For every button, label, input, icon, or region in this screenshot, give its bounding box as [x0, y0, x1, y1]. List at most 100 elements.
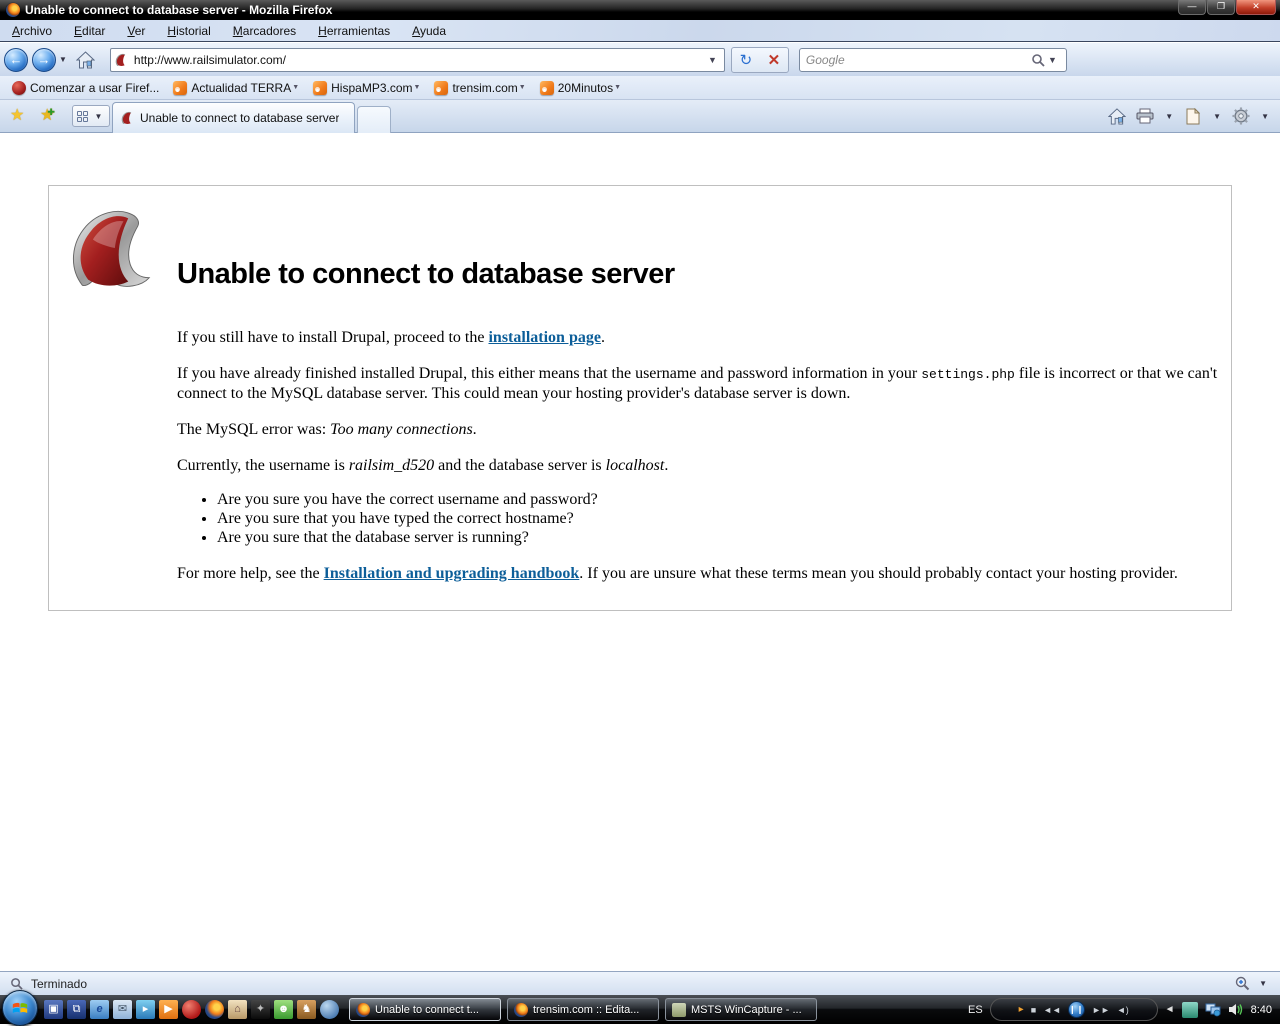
- status-text: Terminado: [31, 977, 87, 991]
- checklist-item: Are you sure you have the correct userna…: [217, 490, 1225, 509]
- bookmark-comenzar[interactable]: Comenzar a usar Firef...: [6, 79, 167, 97]
- taskbar-button-wincapture[interactable]: MSTS WinCapture - ...: [665, 998, 817, 1021]
- bookmark-star-icon[interactable]: ★: [10, 105, 24, 125]
- printer-icon: [1136, 108, 1154, 124]
- zoom-in-icon[interactable]: [1235, 976, 1250, 991]
- page-info-button[interactable]: [1182, 105, 1204, 127]
- internet-explorer-icon[interactable]: e: [90, 1000, 109, 1019]
- settings-php-code: settings.php: [921, 367, 1015, 382]
- tray-collapse-icon[interactable]: ◄: [1165, 1004, 1175, 1015]
- home-icon: [1108, 108, 1126, 125]
- show-desktop-icon[interactable]: ▣: [44, 1000, 63, 1019]
- menu-herramientas[interactable]: Herramientas: [308, 21, 400, 41]
- reload-button[interactable]: ↻: [732, 51, 760, 69]
- volume-icon[interactable]: [1228, 1002, 1244, 1018]
- minimize-button[interactable]: —: [1178, 0, 1206, 15]
- restore-button[interactable]: ❐: [1207, 0, 1235, 15]
- firefox-app-icon: [6, 3, 20, 17]
- firefox-icon[interactable]: [205, 1000, 224, 1019]
- taskbar-button-trensim[interactable]: trensim.com :: Edita...: [507, 998, 659, 1021]
- taskbar-clock[interactable]: 8:40: [1251, 1004, 1272, 1016]
- media-orange-icon[interactable]: ▶: [159, 1000, 178, 1019]
- wmp-icon: ▸: [1019, 1004, 1024, 1015]
- menu-marcadores[interactable]: Marcadores: [223, 21, 306, 41]
- switch-windows-icon[interactable]: ⧉: [67, 1000, 86, 1019]
- zoom-dropdown-icon[interactable]: ▼: [1259, 979, 1267, 988]
- home-app-icon[interactable]: ⌂: [228, 1000, 247, 1019]
- page-dropdown-icon[interactable]: ▼: [1213, 112, 1221, 121]
- task-buttons: Unable to connect t... trensim.com :: Ed…: [349, 998, 817, 1021]
- back-button[interactable]: ←: [4, 48, 28, 72]
- system-tray: ES ▸ ■ ◄◄ ❙❙ ►► ◄) ◄ 8:40: [968, 995, 1276, 1024]
- status-search-icon: [10, 977, 23, 990]
- tab-stub[interactable]: [357, 106, 391, 133]
- installation-page-link[interactable]: installation page: [488, 329, 600, 346]
- bookmark-hispamp3[interactable]: HispaMP3.com▼: [307, 79, 428, 97]
- page-title: Unable to connect to database server: [177, 258, 1225, 291]
- paragraph-credentials: Currently, the username is railsim_d520 …: [177, 456, 1225, 475]
- home-icon: [76, 51, 95, 69]
- tab-active[interactable]: Unable to connect to database server: [112, 102, 355, 133]
- print-dropdown-icon[interactable]: ▼: [1165, 112, 1173, 121]
- brown-app-icon[interactable]: ♞: [297, 1000, 316, 1019]
- checklist: Are you sure you have the correct userna…: [217, 490, 1225, 547]
- search-engine-dropdown-icon[interactable]: ▼: [1045, 55, 1060, 65]
- add-bookmark-icon[interactable]: ★✚: [40, 105, 62, 125]
- paragraph-settings: If you have already finished installed D…: [177, 364, 1225, 403]
- home-button[interactable]: [74, 48, 98, 72]
- railsimulator-favicon: [115, 53, 129, 67]
- network-icon[interactable]: [1205, 1002, 1221, 1018]
- menu-editar[interactable]: Editar: [64, 21, 115, 41]
- bookmark-20minutos[interactable]: 20Minutos▼: [534, 79, 629, 97]
- start-button[interactable]: [2, 990, 38, 1026]
- home-toolbar-button[interactable]: [1106, 105, 1128, 127]
- grid-icon: [77, 111, 88, 122]
- tab-title: Unable to connect to database server: [140, 111, 339, 125]
- language-indicator[interactable]: ES: [968, 1004, 983, 1016]
- checklist-item: Are you sure that the database server is…: [217, 528, 1225, 547]
- wmp-next-button[interactable]: ►►: [1092, 1005, 1110, 1015]
- mail-icon[interactable]: ✉: [113, 1000, 132, 1019]
- taskbar-button-firefox-error[interactable]: Unable to connect t...: [349, 998, 501, 1021]
- checklist-item: Are you sure that you have typed the cor…: [217, 509, 1225, 528]
- bookmark-actualidad-terra[interactable]: Actualidad TERRA▼: [167, 79, 307, 97]
- handbook-link[interactable]: Installation and upgrading handbook: [324, 565, 580, 582]
- wmp-stop-button[interactable]: ■: [1031, 1005, 1036, 1015]
- wmp-pause-button[interactable]: ❙❙: [1068, 1001, 1085, 1018]
- wmp-prev-button[interactable]: ◄◄: [1043, 1005, 1061, 1015]
- search-bar[interactable]: ▼: [799, 48, 1067, 72]
- realplayer-icon[interactable]: [182, 1000, 201, 1019]
- bookmark-trensim[interactable]: trensim.com▼: [428, 79, 533, 97]
- status-bar: Terminado ▼: [0, 971, 1280, 995]
- paragraph-mysql-error: The MySQL error was: Too many connection…: [177, 420, 1225, 439]
- url-dropdown-icon[interactable]: ▼: [705, 55, 720, 65]
- taskbar: ▣ ⧉ e ✉ ▸ ▶ ⌂ ✦ ☻ ♞ Unable to connect t.…: [0, 995, 1280, 1024]
- tools-button[interactable]: [1230, 105, 1252, 127]
- media-player-icon[interactable]: ▸: [136, 1000, 155, 1019]
- menu-ayuda[interactable]: Ayuda: [402, 21, 456, 41]
- forward-button[interactable]: →: [32, 48, 56, 72]
- dark-app-icon[interactable]: ✦: [251, 1000, 270, 1019]
- menu-historial[interactable]: Historial: [157, 21, 220, 41]
- tab-groups-button[interactable]: ▼: [72, 105, 110, 127]
- search-icon[interactable]: [1031, 53, 1045, 67]
- tools-dropdown-icon[interactable]: ▼: [1261, 112, 1269, 121]
- history-dropdown-icon[interactable]: ▼: [59, 55, 67, 64]
- wmp-volume-button[interactable]: ◄): [1117, 1005, 1129, 1015]
- firefox-icon: [356, 1003, 370, 1017]
- globe-app-icon[interactable]: [320, 1000, 339, 1019]
- window-title: Unable to connect to database server - M…: [25, 3, 332, 17]
- rss-feed-icon: [540, 81, 554, 95]
- menu-ver[interactable]: Ver: [117, 21, 155, 41]
- tray-app-icon[interactable]: [1182, 1002, 1198, 1018]
- url-input[interactable]: [134, 53, 705, 67]
- print-button[interactable]: [1134, 105, 1156, 127]
- stop-button[interactable]: ✕: [760, 51, 788, 69]
- paragraph-install: If you still have to install Drupal, pro…: [177, 328, 1225, 347]
- wincapture-icon: [672, 1003, 686, 1017]
- address-bar[interactable]: ▼: [110, 48, 725, 72]
- messenger-icon[interactable]: ☻: [274, 1000, 293, 1019]
- search-input[interactable]: [806, 53, 1031, 67]
- close-button[interactable]: ✕: [1236, 0, 1276, 15]
- menu-archivo[interactable]: Archivo: [2, 21, 62, 41]
